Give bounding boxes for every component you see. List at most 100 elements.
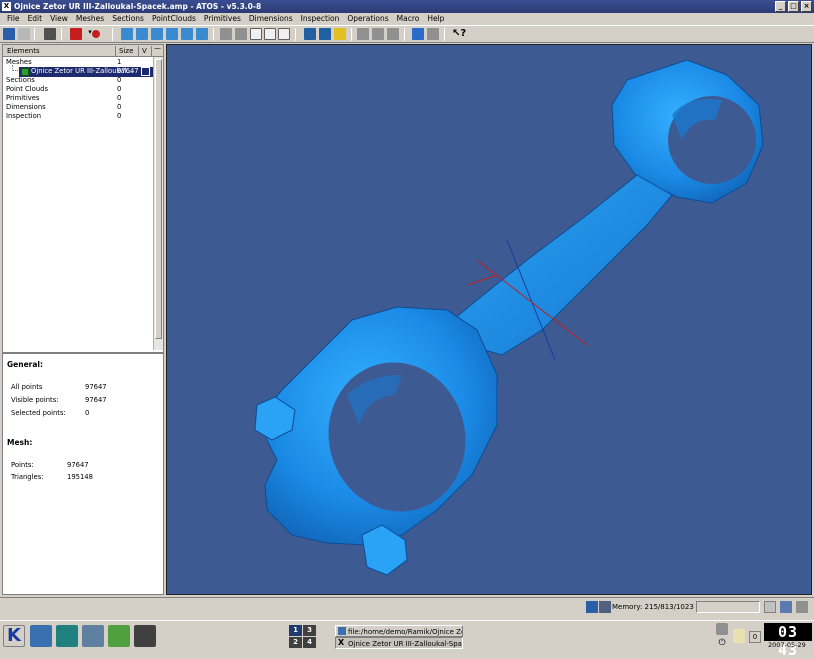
menu-view[interactable]: View (46, 13, 72, 25)
pager-desktop-1[interactable]: 1 (289, 625, 302, 636)
view-front-icon[interactable] (121, 28, 133, 40)
select-through-icon[interactable] (319, 28, 331, 40)
open-icon[interactable] (18, 28, 30, 40)
tree-item-primitives[interactable]: Primitives 0 (3, 94, 153, 103)
tree-item-mesh-selected[interactable]: Ojnice Zetor UR III-Zalloukal... 97647 (3, 65, 153, 77)
desktop-icon[interactable] (56, 625, 78, 647)
viewport-canvas[interactable] (167, 45, 812, 595)
column-header-elements[interactable]: Elements (7, 45, 40, 57)
view-left-icon[interactable] (151, 28, 163, 40)
dashed-line-icon[interactable] (387, 28, 399, 40)
status-settings-icon[interactable] (780, 601, 792, 613)
toolbar-separator (351, 28, 352, 41)
pager-desktop-4[interactable]: 4 (303, 637, 316, 648)
column-divider (151, 46, 152, 56)
tree-scrollbar[interactable] (153, 57, 163, 350)
title-bar[interactable]: X Ojnice Zetor UR III-Zalloukal-Spacek.a… (0, 0, 814, 13)
line-select-icon[interactable] (372, 28, 384, 40)
column-divider (138, 46, 139, 56)
status-view-icon[interactable] (586, 601, 598, 613)
terminal-icon[interactable] (134, 625, 156, 647)
triangles-value: 195148 (67, 473, 93, 481)
column-header-visible[interactable]: V (142, 45, 147, 57)
menu-file[interactable]: File (3, 13, 24, 25)
select-surface-icon[interactable] (334, 28, 346, 40)
tree-item-size: 0 (117, 112, 122, 120)
grid-view-icon[interactable] (412, 28, 424, 40)
menu-dimensions[interactable]: Dimensions (245, 13, 297, 25)
tree-item-dimensions[interactable]: Dimensions 0 (3, 103, 153, 112)
kde-menu-icon[interactable]: K (3, 625, 25, 647)
view-back-icon[interactable] (136, 28, 148, 40)
office-icon[interactable] (82, 625, 104, 647)
view-top-icon[interactable] (181, 28, 193, 40)
whats-this-help-icon[interactable]: ↖? (452, 28, 466, 40)
all-points-label: All points (11, 383, 43, 391)
app-icon[interactable]: X (2, 2, 11, 11)
tools-icon[interactable] (108, 625, 130, 647)
zoom-icon[interactable] (235, 28, 247, 40)
pager-desktop-2[interactable]: 2 (289, 637, 302, 648)
select-page-icon[interactable] (250, 28, 262, 40)
menu-operations[interactable]: Operations (343, 13, 392, 25)
lock-icon[interactable] (716, 623, 728, 635)
clipboard-icon[interactable] (733, 629, 745, 643)
3d-viewport[interactable] (166, 44, 812, 595)
task-atos[interactable]: X Ojnice Zetor UR III-Zalloukal-Spa (335, 637, 463, 649)
tree-item-size: 0 (117, 85, 122, 93)
fit-view-icon[interactable] (220, 28, 232, 40)
minimize-button[interactable]: _ (775, 1, 786, 12)
point-color-icon[interactable] (92, 30, 100, 38)
new-project-icon[interactable] (3, 28, 15, 40)
toolbar-separator (213, 28, 214, 41)
scrollbar-thumb[interactable] (155, 59, 162, 339)
tree-item-label: Point Clouds (6, 85, 48, 93)
tree-item-label: Inspection (6, 112, 42, 120)
column-header-size[interactable]: Size (119, 45, 133, 57)
tree-item-sections[interactable]: Sections 0 (3, 76, 153, 85)
deselect-page-icon[interactable] (264, 28, 276, 40)
view-bottom-icon[interactable] (196, 28, 208, 40)
visibility-toggle-icon[interactable] (141, 67, 150, 76)
visible-points-label: Visible points: (11, 396, 59, 404)
menu-edit[interactable]: Edit (24, 13, 47, 25)
view-right-icon[interactable] (166, 28, 178, 40)
selection-mode-icon[interactable] (304, 28, 316, 40)
power-icon[interactable]: ⏻ (716, 637, 728, 649)
connecting-rod-mesh[interactable] (254, 59, 764, 576)
panel-minimize-icon[interactable]: — (154, 42, 161, 54)
general-section-title: General: (7, 360, 43, 369)
visible-points-value: 97647 (85, 396, 107, 404)
menu-primitives[interactable]: Primitives (200, 13, 245, 25)
mesh-color-icon[interactable] (70, 28, 82, 40)
tree-item-meshes[interactable]: Meshes 1 (3, 58, 153, 67)
layout-icon[interactable] (427, 28, 439, 40)
status-button-icon[interactable] (764, 601, 776, 613)
tree-branch-line (12, 65, 18, 71)
maximize-button[interactable]: □ (788, 1, 799, 12)
tree-item-inspection[interactable]: Inspection 0 (3, 112, 153, 121)
menu-meshes[interactable]: Meshes (72, 13, 108, 25)
pager-desktop-3[interactable]: 3 (303, 625, 316, 636)
menu-pointclouds[interactable]: PointClouds (148, 13, 200, 25)
status-selection-icon[interactable] (599, 601, 611, 613)
toolbar-separator (295, 28, 296, 41)
date: 2007-05-29 (768, 641, 806, 649)
menu-inspection[interactable]: Inspection (297, 13, 344, 25)
task-file-manager[interactable]: file:/home/demo/Ramik/Ojnice Zetor U (335, 625, 463, 637)
status-help-icon[interactable] (796, 601, 808, 613)
menu-macro[interactable]: Macro (393, 13, 424, 25)
menu-help[interactable]: Help (423, 13, 448, 25)
menu-sections[interactable]: Sections (108, 13, 148, 25)
polyline-select-icon[interactable] (357, 28, 369, 40)
invert-selection-icon[interactable] (278, 28, 290, 40)
points-value: 97647 (67, 461, 89, 469)
task-label: Ojnice Zetor UR III-Zalloukal-Spa (348, 640, 462, 648)
tree-item-size: 0 (117, 94, 122, 102)
task-label: file:/home/demo/Ramik/Ojnice Zetor U (348, 628, 462, 636)
close-button[interactable]: × (801, 1, 812, 12)
clock[interactable]: 03 43 (764, 623, 812, 659)
tree-item-point-clouds[interactable]: Point Clouds 0 (3, 85, 153, 94)
home-folder-icon[interactable] (30, 625, 52, 647)
save-icon[interactable] (44, 28, 56, 40)
